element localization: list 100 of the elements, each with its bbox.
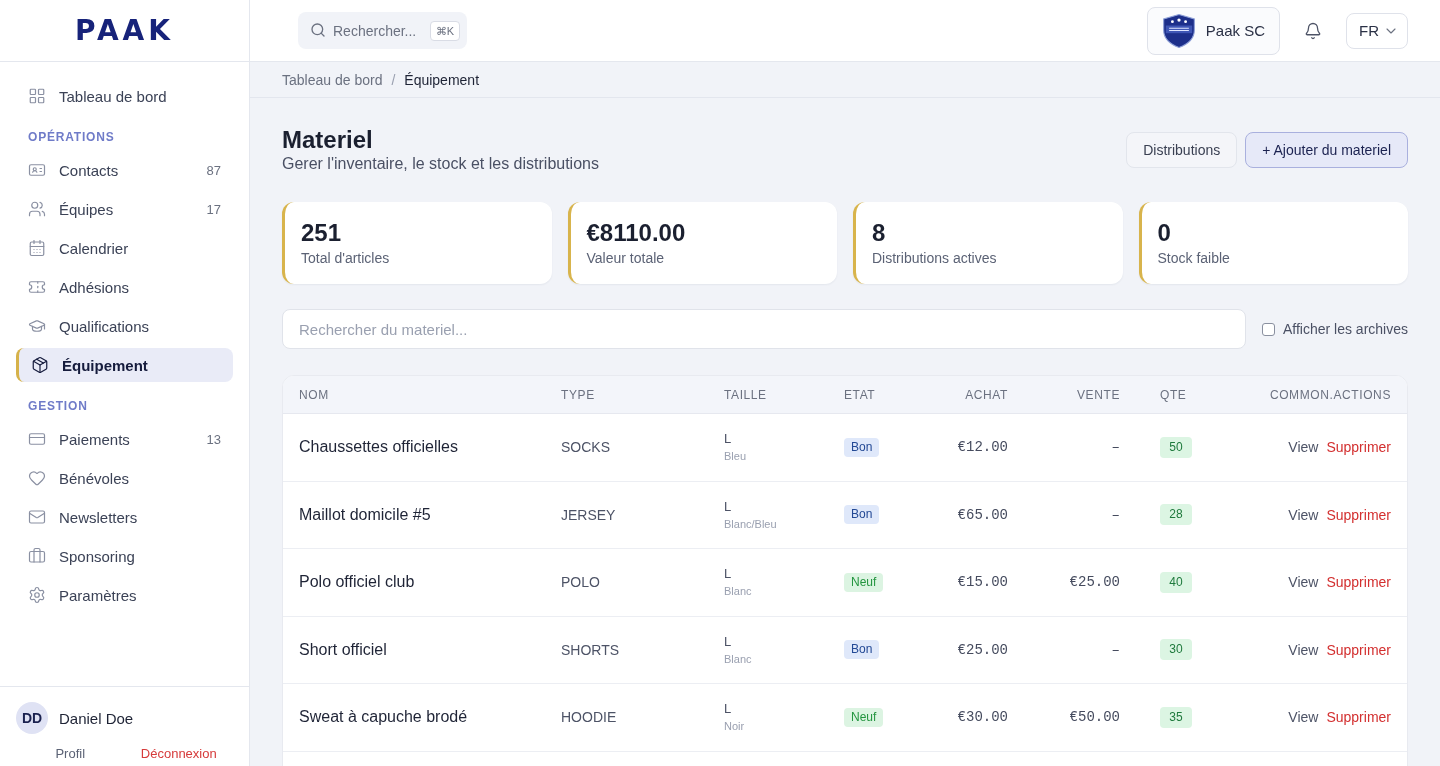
- nav-item[interactable]: Newsletters: [16, 500, 233, 534]
- bell-icon[interactable]: [1304, 21, 1322, 40]
- delete-link[interactable]: Supprimer: [1326, 641, 1391, 658]
- condition-tag: Neuf: [844, 707, 884, 727]
- sale-price: –: [1111, 641, 1120, 658]
- condition-tag: Neuf: [844, 572, 884, 592]
- user-name: Daniel Doe: [59, 709, 134, 727]
- breadcrumb-link[interactable]: Équipement: [404, 71, 480, 88]
- delete-link[interactable]: Supprimer: [1326, 439, 1391, 456]
- purchase-price: €12.00: [957, 439, 1008, 456]
- stat-label: Total d'articles: [301, 249, 390, 267]
- column-header: COMMON.ACTIONS: [1269, 387, 1391, 402]
- view-link[interactable]: View: [1288, 506, 1319, 523]
- brand-logo: PAAK: [75, 14, 174, 47]
- sale-price: €25.00: [1069, 574, 1120, 591]
- item-name: Chaussettes officielles: [299, 438, 459, 457]
- item-name: Maillot domicile #5: [299, 505, 432, 524]
- graduation-cap-icon: [28, 317, 46, 335]
- purchase-price: €30.00: [957, 709, 1008, 726]
- search-input[interactable]: Rechercher du materiel...: [282, 309, 1246, 349]
- package-icon: [31, 356, 49, 374]
- item-name: Short officiel: [299, 640, 388, 659]
- column-header: ACHAT: [965, 387, 1008, 402]
- quantity-tag: 28: [1160, 504, 1192, 526]
- quantity-tag: 50: [1160, 436, 1192, 458]
- grid-icon: [28, 87, 46, 105]
- section-heading: GESTION: [27, 398, 88, 414]
- nav-item[interactable]: Qualifications: [16, 309, 233, 343]
- column-header: ETAT: [844, 387, 876, 402]
- variant-text: Bleu: [724, 449, 747, 464]
- condition-tag: Bon: [844, 437, 880, 457]
- item-type: JERSEY: [561, 506, 617, 523]
- size-text: L: [724, 633, 732, 650]
- nav-item[interactable]: Adhésions: [16, 270, 233, 304]
- delete-link[interactable]: Supprimer: [1326, 506, 1391, 523]
- view-link[interactable]: View: [1288, 641, 1319, 658]
- nav-item[interactable]: Calendrier: [16, 231, 233, 265]
- ticket-icon: [28, 278, 46, 296]
- header-button[interactable]: Distributions: [1126, 132, 1238, 168]
- nav-item[interactable]: Équipement: [16, 348, 233, 382]
- sale-price: –: [1111, 439, 1120, 456]
- nav-item[interactable]: Paiements 13: [16, 422, 233, 456]
- view-link[interactable]: View: [1288, 709, 1319, 726]
- item-count: 87: [206, 162, 221, 178]
- page-title: Materiel: [282, 126, 373, 154]
- purchase-price: €65.00: [957, 506, 1008, 523]
- column-header: VENTE: [1077, 387, 1120, 402]
- nav-item[interactable]: Tableau de bord: [16, 79, 233, 113]
- add-button[interactable]: + Ajouter du materiel: [1245, 132, 1408, 168]
- stat-label: Valeur totale: [586, 249, 665, 267]
- user-avatar: DD: [16, 702, 48, 734]
- view-link[interactable]: View: [1288, 439, 1319, 456]
- quantity-tag: 40: [1160, 571, 1192, 593]
- mail-icon: [28, 508, 46, 526]
- purchase-price: €15.00: [957, 574, 1008, 591]
- variant-text: Blanc: [724, 584, 752, 599]
- user-link[interactable]: Profil: [55, 746, 86, 762]
- nav-item[interactable]: Sponsoring: [16, 539, 233, 573]
- column-header: TYPE: [561, 387, 595, 402]
- shield-logo-icon: [1161, 13, 1196, 48]
- item-name: Sweat à capuche brodé: [299, 708, 469, 727]
- variant-text: Blanc/Bleu: [724, 516, 777, 531]
- stat-value: 8: [872, 219, 886, 247]
- item-count: 13: [206, 431, 221, 447]
- view-link[interactable]: View: [1288, 574, 1319, 591]
- size-text: L: [724, 701, 732, 718]
- item-type: SHORTS: [561, 641, 621, 658]
- credit-card-icon: [28, 430, 46, 448]
- nav-item[interactable]: Contacts 87: [16, 153, 233, 187]
- breadcrumb-separator: /: [391, 71, 396, 88]
- id-card-icon: [28, 161, 46, 179]
- item-name: Polo officiel club: [299, 573, 416, 592]
- club-button[interactable]: Paak SC: [1146, 6, 1280, 55]
- breadcrumb-link[interactable]: Tableau de bord: [282, 71, 383, 88]
- settings-icon: [28, 586, 46, 604]
- size-text: L: [724, 498, 732, 515]
- search-icon: [310, 22, 326, 38]
- nav-item[interactable]: Équipes 17: [16, 192, 233, 226]
- stat-label: Stock faible: [1157, 249, 1230, 267]
- delete-link[interactable]: Supprimer: [1326, 574, 1391, 591]
- checkbox[interactable]: [1262, 322, 1275, 336]
- column-header: TAILLE: [724, 387, 767, 402]
- sale-price: €50.00: [1069, 709, 1120, 726]
- language-select[interactable]: FR: [1346, 12, 1408, 49]
- size-text: L: [724, 431, 732, 448]
- user-link[interactable]: Déconnexion: [140, 746, 217, 762]
- nav-item[interactable]: Paramètres: [16, 578, 233, 612]
- page-subtitle: Gerer l'inventaire, le stock et les distributions: [282, 154, 599, 174]
- quantity-tag: 35: [1160, 706, 1192, 728]
- column-header: QTE: [1160, 387, 1187, 402]
- stat-value: 0: [1157, 219, 1171, 247]
- stat-value: 251: [301, 219, 342, 247]
- condition-tag: Bon: [844, 640, 880, 660]
- people-icon: [28, 200, 46, 218]
- condition-tag: Bon: [844, 505, 880, 525]
- nav-item[interactable]: Bénévoles: [16, 461, 233, 495]
- item-type: POLO: [561, 574, 601, 591]
- sale-price: –: [1111, 506, 1120, 523]
- delete-link[interactable]: Supprimer: [1326, 709, 1391, 726]
- purchase-price: €25.00: [957, 641, 1008, 658]
